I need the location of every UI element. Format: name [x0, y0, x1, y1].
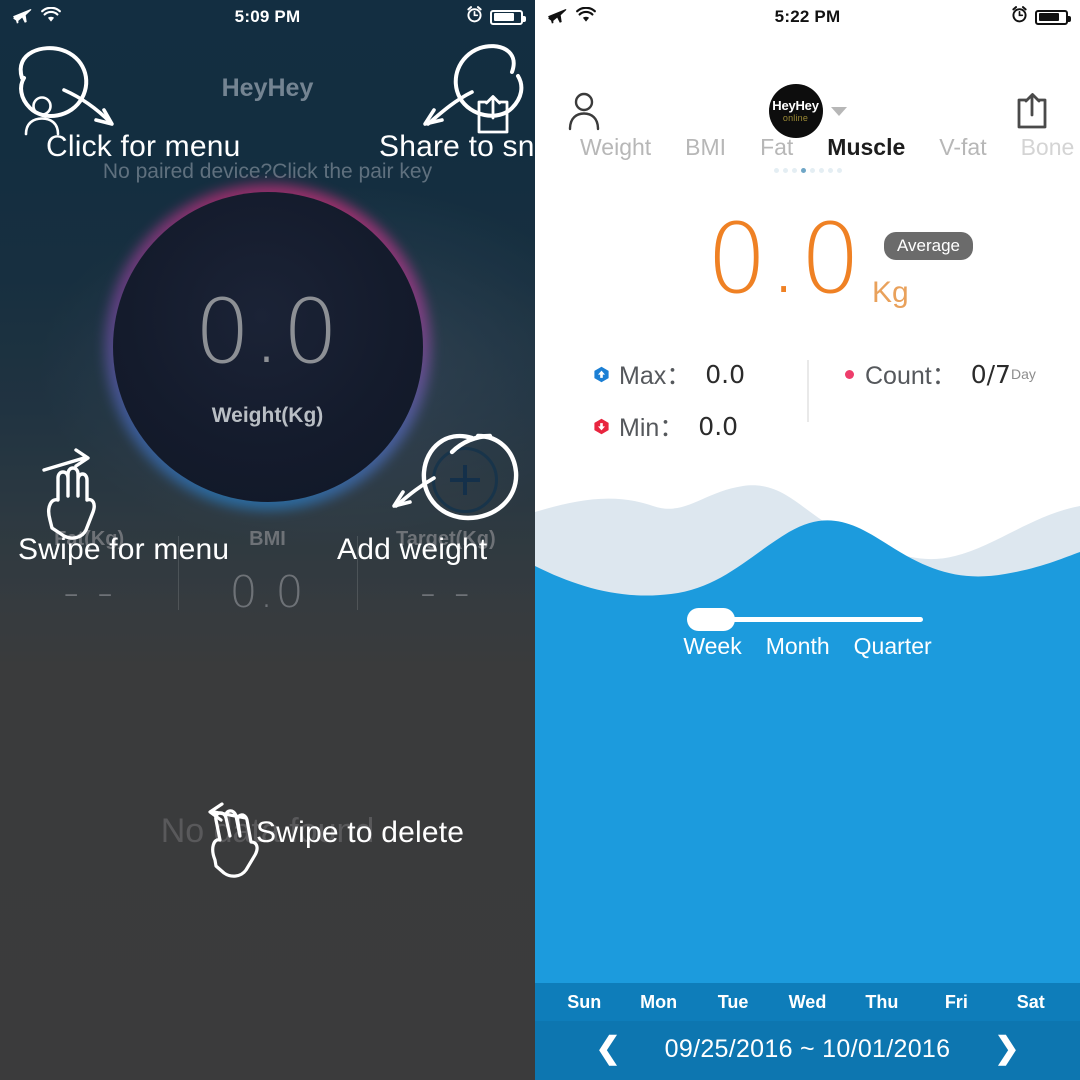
date-range-label: 09/25/2016 ~ 10/01/2016 — [664, 1034, 951, 1063]
battery-icon — [1035, 9, 1071, 25]
menu-button[interactable] — [20, 92, 64, 143]
page-dot — [791, 168, 797, 173]
weight-dial[interactable]: 0.0 Weight(Kg) — [104, 184, 431, 510]
right-status-bar: 5:22 PM — [535, 0, 1080, 34]
left-phone-screen: 5:09 PM HeyHey No paired device?Click th… — [0, 0, 535, 1080]
tab-muscle[interactable]: Muscle — [827, 134, 905, 161]
weekday-tue: Tue — [717, 992, 749, 1012]
page-dot-active — [800, 168, 806, 173]
right-navbar: HeyHey online — [535, 34, 1080, 138]
metric-suffix: Day — [1010, 366, 1036, 382]
date-range-row: ❮ 09/25/2016 ~ 10/01/2016 ❯ — [535, 1021, 1080, 1080]
metrics-panel: Max： 0.0 Min： 0.0 Count： 0/7 Day — [535, 356, 1080, 460]
alarm-clock-icon — [1011, 6, 1028, 28]
stat-value: - - — [419, 567, 472, 618]
weekday-thu: Thu — [865, 992, 899, 1012]
page-dot — [809, 168, 815, 173]
metric-label: Min： — [619, 414, 685, 442]
tab-fat[interactable]: Fat — [760, 134, 793, 161]
slider-option-month[interactable]: Month — [766, 633, 830, 660]
left-navbar: HeyHey No paired device?Click the pair k… — [0, 34, 535, 183]
wifi-icon — [41, 6, 61, 28]
battery-icon — [490, 9, 526, 25]
metric-value: 0.0 — [705, 359, 745, 389]
hexagon-up-icon — [593, 366, 610, 383]
weekday-row: Sun Mon Tue Wed Thu Fri Sat — [535, 983, 1080, 1021]
left-status-bar: 5:09 PM — [0, 0, 535, 34]
stat-bmi: BMI 0.0 — [178, 528, 356, 618]
weekday-sun: Sun — [567, 992, 602, 1012]
metric-label: Max： — [619, 362, 692, 390]
plus-icon — [450, 465, 480, 495]
share-icon — [471, 95, 515, 142]
page-dot — [836, 168, 842, 173]
wifi-icon — [576, 6, 596, 28]
brand-status: online — [782, 113, 809, 123]
dual-phone-screenshot: 5:09 PM HeyHey No paired device?Click th… — [0, 0, 1080, 1080]
tab-v-fat[interactable]: V-fat — [939, 134, 986, 161]
tab-bone[interactable]: Bone — [1021, 134, 1075, 161]
dial-label: Weight(Kg) — [211, 404, 324, 427]
page-indicator-dots — [535, 168, 1080, 173]
weekday-wed: Wed — [788, 992, 827, 1012]
chevron-down-icon[interactable] — [830, 106, 847, 116]
weekday-mon: Mon — [640, 992, 678, 1012]
hero-reading: 0.0 Kg Average — [535, 203, 1080, 324]
pair-device-hint: No paired device?Click the pair key — [102, 160, 433, 183]
stat-fat: Fat(Kg) - - — [0, 528, 178, 618]
left-status-time: 5:09 PM — [234, 7, 301, 26]
metric-tabs[interactable]: Weight BMI Fat Muscle V-fat Bone Water — [535, 125, 1080, 169]
page-dot — [773, 168, 779, 173]
metric-count: Count： 0/7 Day — [845, 356, 1080, 392]
stat-label: Fat(Kg) — [54, 528, 125, 550]
chevron-left-icon[interactable]: ❮ — [596, 1034, 621, 1064]
hexagon-down-icon — [593, 418, 610, 435]
right-status-time: 5:22 PM — [774, 7, 841, 26]
tab-bmi[interactable]: BMI — [685, 134, 726, 161]
page-dot — [782, 168, 788, 173]
slider-option-week[interactable]: Week — [683, 633, 741, 660]
chevron-right-icon[interactable]: ❯ — [994, 1034, 1019, 1064]
app-title: HeyHey — [221, 74, 314, 102]
slider-track[interactable] — [686, 608, 923, 631]
dial-value: 0.0 — [194, 280, 341, 383]
metric-value: 0.0 — [698, 411, 739, 441]
stat-value: - - — [63, 567, 116, 618]
airplane-mode-icon — [12, 6, 32, 29]
tab-weight[interactable]: Weight — [580, 134, 651, 161]
hero-value: 0.0 — [706, 203, 862, 315]
page-dot — [827, 168, 833, 173]
date-footer: Sun Mon Tue Wed Thu Fri Sat ❮ 09/25/2016… — [535, 983, 1080, 1080]
share-button[interactable] — [471, 92, 515, 143]
slider-labels: Week Month Quarter — [535, 633, 1080, 660]
stat-value: 0.0 — [229, 567, 306, 618]
person-icon — [20, 96, 64, 142]
page-dot — [818, 168, 824, 173]
dot-icon — [845, 369, 854, 379]
average-badge: Average — [884, 232, 974, 260]
weekday-sat: Sat — [1016, 992, 1045, 1012]
stat-label: BMI — [249, 528, 286, 550]
alarm-clock-icon — [466, 6, 483, 28]
empty-state-text: No data found — [160, 812, 375, 850]
slider-thumb[interactable] — [686, 608, 735, 631]
right-phone-screen: 5:22 PM HeyHey online Weight BMI Fat Mus… — [535, 0, 1080, 1080]
slider-option-quarter[interactable]: Quarter — [854, 633, 932, 660]
metric-label: Count： — [865, 362, 957, 390]
metric-max: Max： 0.0 — [593, 356, 807, 392]
weekday-fri: Fri — [944, 992, 968, 1012]
left-stats-row: Fat(Kg) - - BMI 0.0 Target(Kg) - - — [0, 528, 535, 618]
stat-label: Target(Kg) — [396, 528, 496, 550]
airplane-mode-icon — [547, 6, 567, 29]
hero-unit: Kg — [871, 276, 909, 309]
metric-value: 0/7 — [970, 359, 1011, 389]
add-weight-button[interactable] — [432, 447, 498, 513]
metric-min: Min： 0.0 — [593, 408, 807, 444]
brand-name: HeyHey — [772, 98, 819, 113]
stat-target: Target(Kg) - - — [356, 528, 535, 618]
range-slider[interactable]: Week Month Quarter — [535, 608, 1080, 660]
